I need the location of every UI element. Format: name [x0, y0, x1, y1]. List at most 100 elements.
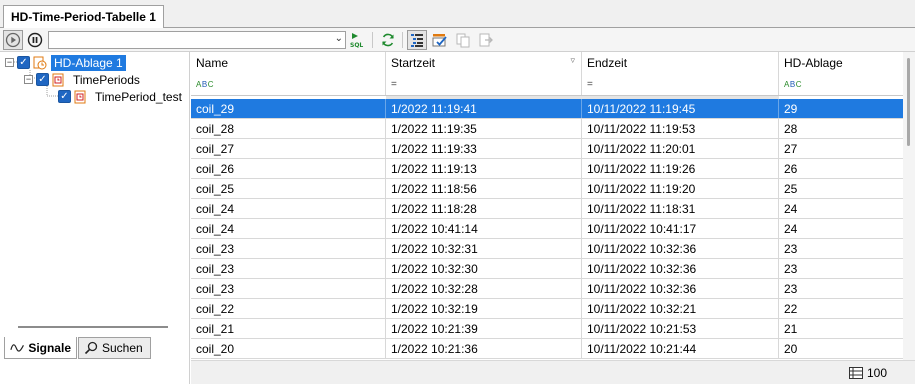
cell-endzeit[interactable]: 10/11/2022 11:19:26 [582, 159, 779, 178]
cell-endzeit[interactable]: 10/11/2022 10:32:21 [582, 299, 779, 318]
cell-endzeit[interactable]: 10/11/2022 10:32:36 [582, 259, 779, 278]
cell-hd-ablage[interactable]: 26 [779, 159, 903, 178]
cell-name[interactable]: coil_20 [191, 339, 386, 358]
cell-hd-ablage[interactable]: 21 [779, 319, 903, 338]
cell-startzeit[interactable]: 1/2022 10:32:19 [386, 299, 582, 318]
table-row[interactable]: coil_29 1/2022 11:19:41 10/11/2022 11:19:4… [191, 99, 903, 119]
table-row[interactable]: coil_22 1/2022 10:32:19 10/11/2022 10:32:2… [191, 299, 903, 319]
panel-splitter[interactable] [18, 326, 168, 328]
cell-name[interactable]: coil_23 [191, 279, 386, 298]
cell-name[interactable]: coil_22 [191, 299, 386, 318]
copy-button[interactable] [453, 30, 473, 50]
table-row[interactable]: coil_27 1/2022 11:19:33 10/11/2022 11:20:0… [191, 139, 903, 159]
node-checkbox[interactable]: ✓ [17, 56, 30, 69]
cell-hd-ablage[interactable]: 23 [779, 279, 903, 298]
collapse-icon[interactable]: − [24, 75, 33, 84]
cell-startzeit[interactable]: 1/2022 10:32:30 [386, 259, 582, 278]
column-header-endzeit[interactable]: Endzeit [582, 52, 779, 74]
cell-endzeit[interactable]: 10/11/2022 10:32:36 [582, 279, 779, 298]
filter-icon[interactable]: ▿ [570, 55, 575, 66]
cell-name[interactable]: coil_23 [191, 239, 386, 258]
table-row[interactable]: coil_23 1/2022 10:32:31 10/11/2022 10:32:3… [191, 239, 903, 259]
cell-hd-ablage[interactable]: 24 [779, 199, 903, 218]
cell-endzeit[interactable]: 10/11/2022 11:19:53 [582, 119, 779, 138]
cell-hd-ablage[interactable]: 25 [779, 179, 903, 198]
cell-hd-ablage[interactable]: 20 [779, 339, 903, 358]
cell-hd-ablage[interactable]: 23 [779, 259, 903, 278]
cell-startzeit[interactable]: 1/2022 10:21:39 [386, 319, 582, 338]
tab-hd-time-period-tabelle[interactable]: HD-Time-Period-Tabelle 1 [3, 5, 164, 29]
cell-endzeit[interactable]: 10/11/2022 10:21:44 [582, 339, 779, 358]
node-checkbox[interactable]: ✓ [58, 90, 71, 103]
cell-endzeit[interactable]: 10/11/2022 10:32:36 [582, 239, 779, 258]
table-row[interactable]: coil_24 1/2022 11:18:28 10/11/2022 11:18:3… [191, 199, 903, 219]
filter-cell-startzeit[interactable]: = [386, 74, 582, 95]
cell-startzeit[interactable]: 1/2022 11:19:33 [386, 139, 582, 158]
cell-name[interactable]: coil_21 [191, 319, 386, 338]
tab-signale[interactable]: Signale [4, 337, 77, 359]
cell-name[interactable]: coil_26 [191, 159, 386, 178]
cell-startzeit[interactable]: 1/2022 11:19:41 [386, 99, 582, 118]
export-button[interactable] [476, 30, 496, 50]
cell-endzeit[interactable]: 10/11/2022 11:20:01 [582, 139, 779, 158]
cell-endzeit[interactable]: 10/11/2022 11:18:31 [582, 199, 779, 218]
node-checkbox[interactable]: ✓ [36, 73, 49, 86]
cell-hd-ablage[interactable]: 22 [779, 299, 903, 318]
table-row[interactable]: coil_25 1/2022 11:18:56 10/11/2022 11:19:2… [191, 179, 903, 199]
copy-icon [456, 33, 470, 48]
scrollbar-thumb[interactable] [907, 58, 910, 146]
table-row[interactable]: coil_28 1/2022 11:19:35 10/11/2022 11:19:5… [191, 119, 903, 139]
play-button[interactable] [3, 30, 23, 50]
table-row[interactable]: coil_23 1/2022 10:32:30 10/11/2022 10:32:3… [191, 259, 903, 279]
cell-name[interactable]: coil_27 [191, 139, 386, 158]
cell-name[interactable]: coil_24 [191, 199, 386, 218]
table-row[interactable]: coil_21 1/2022 10:21:39 10/11/2022 10:21:5… [191, 319, 903, 339]
cell-startzeit[interactable]: 1/2022 11:19:13 [386, 159, 582, 178]
cell-endzeit[interactable]: 10/11/2022 11:19:20 [582, 179, 779, 198]
column-header-startzeit[interactable]: Startzeit ▿ [386, 52, 582, 74]
cell-endzeit[interactable]: 10/11/2022 10:41:17 [582, 219, 779, 238]
cell-startzeit[interactable]: 1/2022 11:19:35 [386, 119, 582, 138]
tree-node-hd-ablage[interactable]: − ✓ HD-Ablage 1 [5, 54, 126, 71]
cell-hd-ablage[interactable]: 28 [779, 119, 903, 138]
cell-startzeit[interactable]: 1/2022 11:18:28 [386, 199, 582, 218]
cell-name[interactable]: coil_24 [191, 219, 386, 238]
filter-cell-hd-ablage[interactable]: ABC [779, 74, 903, 95]
column-header-hd-ablage[interactable]: HD-Ablage [779, 52, 903, 74]
collapse-icon[interactable]: − [5, 58, 14, 67]
sql-run-button[interactable]: SQL [348, 30, 368, 50]
cell-hd-ablage[interactable]: 24 [779, 219, 903, 238]
cell-endzeit[interactable]: 10/11/2022 11:19:45 [582, 99, 779, 118]
cell-startzeit[interactable]: 1/2022 10:21:36 [386, 339, 582, 358]
cell-name[interactable]: coil_28 [191, 119, 386, 138]
query-combobox[interactable]: ⌄ [48, 31, 346, 49]
cell-startzeit[interactable]: 1/2022 10:32:31 [386, 239, 582, 258]
filter-cell-endzeit[interactable]: = [582, 74, 779, 95]
cell-startzeit[interactable]: 1/2022 11:18:56 [386, 179, 582, 198]
table-row[interactable]: coil_20 1/2022 10:21:36 10/11/2022 10:21:4… [191, 339, 903, 359]
chevron-down-icon[interactable]: ⌄ [335, 33, 343, 44]
cell-name[interactable]: coil_29 [191, 99, 386, 118]
cell-hd-ablage[interactable]: 27 [779, 139, 903, 158]
tree-node-timeperiods[interactable]: − ✓ TimePeriods [24, 71, 143, 88]
vertical-scrollbar[interactable] [903, 52, 915, 360]
panel-bottom-tabs: Signale Suchen [0, 337, 190, 361]
table-row[interactable]: coil_23 1/2022 10:32:28 10/11/2022 10:32:3… [191, 279, 903, 299]
cell-startzeit[interactable]: 1/2022 10:41:14 [386, 219, 582, 238]
cell-hd-ablage[interactable]: 23 [779, 239, 903, 258]
tab-suchen[interactable]: Suchen [78, 337, 151, 359]
tree-node-timeperiod-test[interactable]: ✓ TimePeriod_test [58, 88, 185, 105]
pause-button[interactable] [25, 30, 45, 50]
cell-name[interactable]: coil_23 [191, 259, 386, 278]
cell-name[interactable]: coil_25 [191, 179, 386, 198]
column-header-name[interactable]: Name [191, 52, 386, 74]
table-row[interactable]: coil_26 1/2022 11:19:13 10/11/2022 11:19:2… [191, 159, 903, 179]
filter-cell-name[interactable]: ABC [191, 74, 386, 95]
table-row[interactable]: coil_24 1/2022 10:41:14 10/11/2022 10:41:1… [191, 219, 903, 239]
tree-view-button[interactable] [407, 30, 427, 50]
refresh-button[interactable] [378, 30, 398, 50]
cell-startzeit[interactable]: 1/2022 10:32:28 [386, 279, 582, 298]
cell-endzeit[interactable]: 10/11/2022 10:21:53 [582, 319, 779, 338]
checked-list-button[interactable] [430, 30, 450, 50]
cell-hd-ablage[interactable]: 29 [779, 99, 903, 118]
